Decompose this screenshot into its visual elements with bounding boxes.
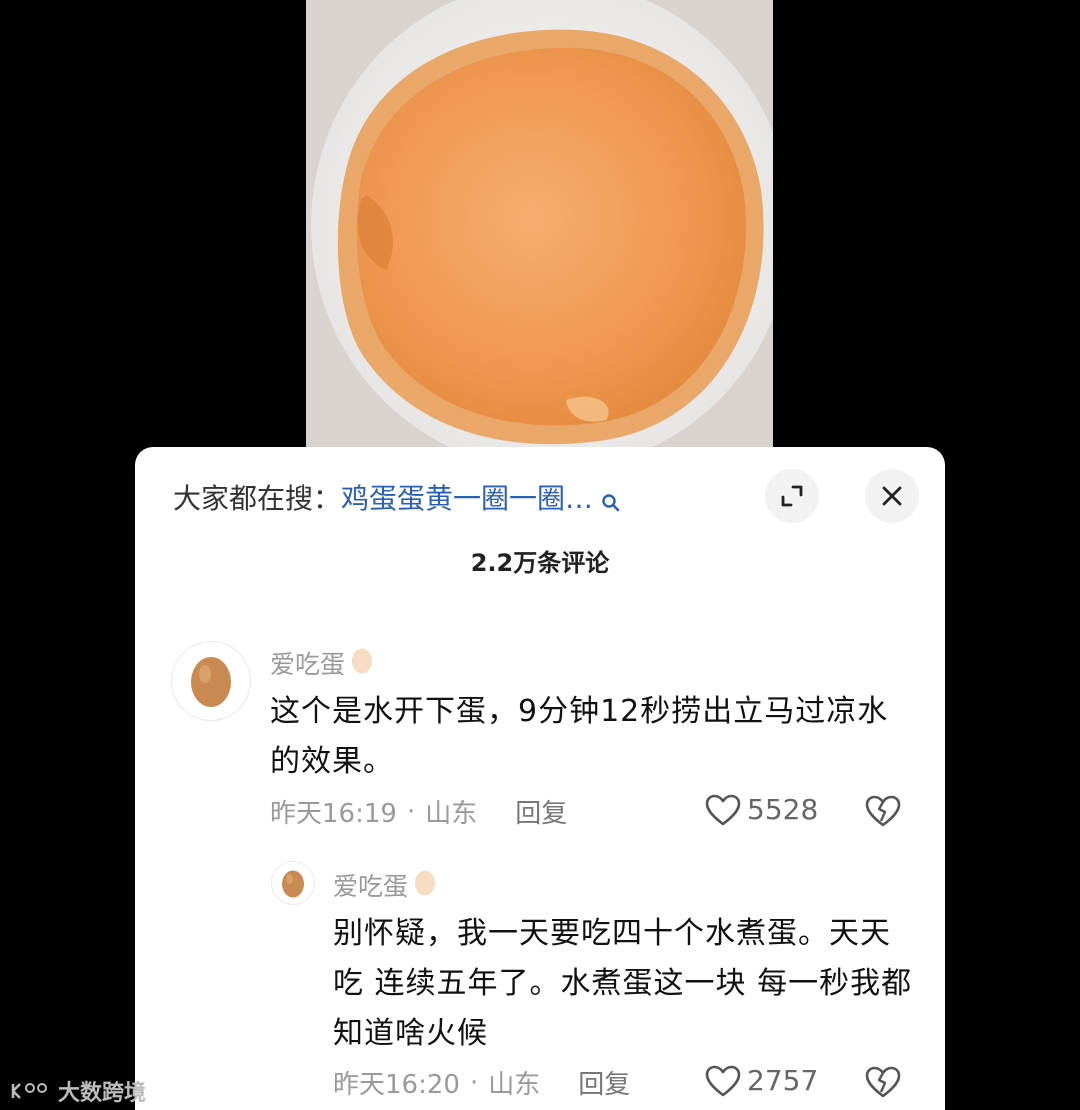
egg-emoji-icon (351, 646, 373, 680)
watermark-text: 大数跨境 (58, 1081, 147, 1106)
reply-button[interactable]: 回复 (515, 793, 567, 830)
comments-sheet: 大家都在搜： 鸡蛋蛋黄一圈一圈… 2.2万条评论 爱吃蛋 这个是水开下蛋，9分钟… (135, 447, 945, 1110)
expand-icon (781, 485, 803, 507)
egg-yolk-image (306, 0, 773, 450)
search-suggestion[interactable]: 大家都在搜： 鸡蛋蛋黄一圈一圈… (173, 477, 621, 517)
separator-dot: · (406, 796, 416, 827)
close-button[interactable] (865, 469, 919, 523)
comments-count: 2.2万条评论 (470, 549, 610, 577)
egg-emoji-icon (414, 868, 436, 902)
like-count: 2757 (747, 1064, 819, 1097)
watermark-logo-icon (11, 1083, 47, 1099)
reply-button[interactable]: 回复 (578, 1064, 630, 1101)
search-icon[interactable] (601, 487, 621, 512)
comment-username[interactable]: 爱吃蛋 (270, 645, 373, 681)
like-button[interactable]: 2757 (705, 1064, 818, 1097)
broken-heart-icon (865, 1066, 901, 1098)
close-icon (882, 486, 902, 506)
like-count: 5528 (747, 793, 819, 826)
expand-button[interactable] (765, 469, 819, 523)
comment-location: 山东 (425, 799, 478, 829)
watermark: 大数跨境 (10, 1075, 146, 1107)
comment-meta: 昨天16:19 · 山东 回复 (270, 793, 567, 830)
username-text: 爱吃蛋 (333, 872, 409, 901)
comment-location: 山东 (488, 1070, 541, 1100)
comment-username[interactable]: 爱吃蛋 (333, 867, 436, 903)
avatar[interactable] (171, 641, 251, 721)
dislike-button[interactable] (865, 795, 901, 831)
comment-time: 昨天16:20 (333, 1070, 460, 1100)
like-button[interactable]: 5528 (705, 793, 818, 826)
broken-heart-icon (865, 795, 901, 827)
heart-icon (705, 794, 741, 825)
search-query-link[interactable]: 鸡蛋蛋黄一圈一圈… (341, 477, 593, 517)
avatar[interactable] (271, 861, 315, 905)
comment-text: 别怀疑，我一天要吃四十个水煮蛋。天天吃 连续五年了。水煮蛋这一块 每一秒我都知道… (333, 916, 913, 1051)
comment-meta: 昨天16:20 · 山东 回复 (333, 1064, 630, 1101)
search-prefix: 大家都在搜： (173, 482, 342, 515)
egg-avatar-icon (191, 657, 231, 707)
heart-icon (705, 1065, 741, 1096)
separator-dot: · (469, 1067, 479, 1098)
username-text: 爱吃蛋 (270, 650, 346, 679)
egg-avatar-icon (282, 870, 304, 898)
dislike-button[interactable] (865, 1066, 901, 1102)
video-frame[interactable] (306, 0, 773, 450)
comment-time: 昨天16:19 (270, 799, 397, 829)
comment-text: 这个是水开下蛋，9分钟12秒捞出立马过凉水的效果。 (270, 694, 889, 779)
